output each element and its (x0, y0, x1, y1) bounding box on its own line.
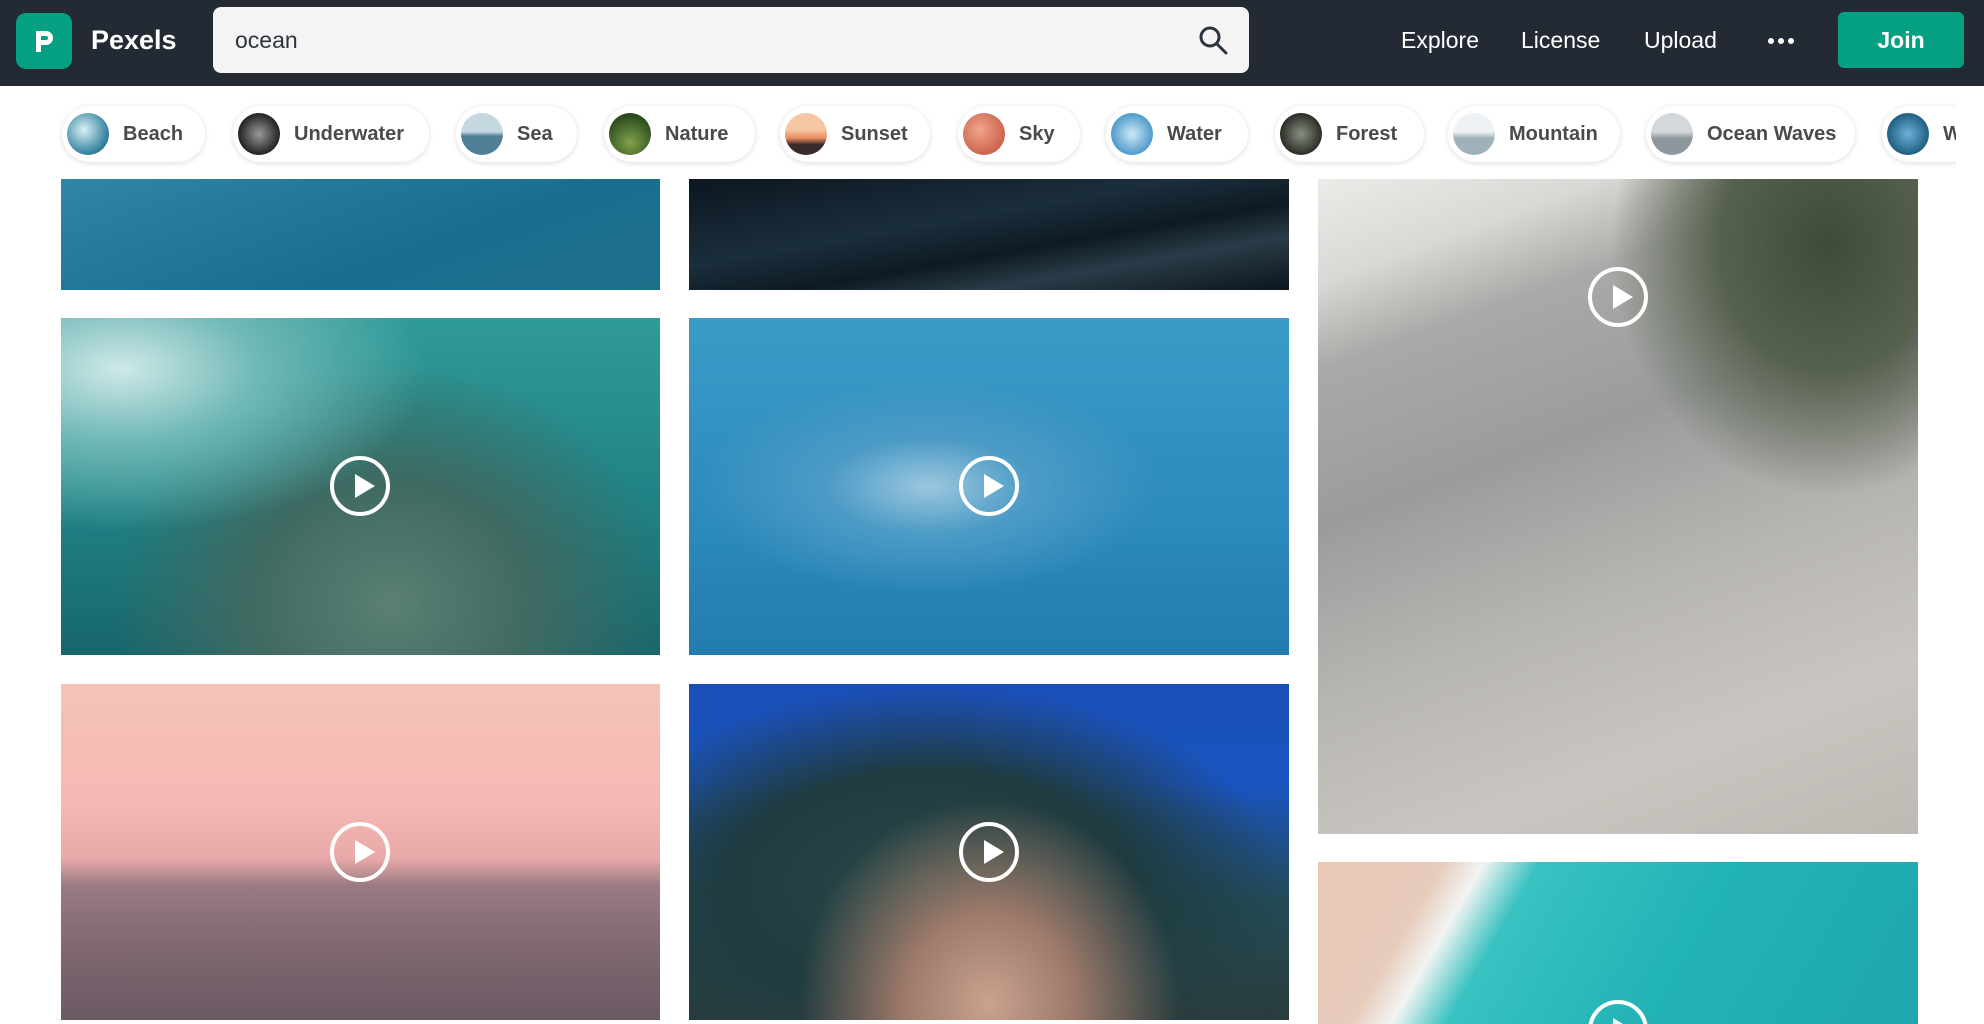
search-input[interactable] (235, 7, 1175, 73)
chip-label: Ocean Waves (1707, 122, 1837, 145)
play-icon[interactable] (330, 456, 390, 516)
chip-forest[interactable]: Forest (1275, 106, 1424, 162)
chip-beach[interactable]: Beach (62, 106, 205, 162)
play-icon[interactable] (1588, 267, 1648, 327)
play-icon[interactable] (1588, 1000, 1648, 1024)
pexels-logo-icon[interactable] (16, 13, 72, 69)
chip-label: Underwater (294, 122, 405, 145)
top-navigation-bar: Pexels Explore License Upload Join (0, 0, 1984, 86)
chip-thumbnail (609, 113, 651, 155)
chip-thumbnail (963, 113, 1005, 155)
nav-explore[interactable]: Explore (1401, 22, 1479, 58)
video-tile-ocean-surface[interactable] (61, 179, 660, 290)
nav-upload[interactable]: Upload (1644, 22, 1717, 58)
chip-thumbnail (1453, 113, 1495, 155)
chip-thumbnail (461, 113, 503, 155)
chip-label: W (1943, 122, 1956, 145)
chip-thumbnail (1280, 113, 1322, 155)
chip-label: Mountain (1509, 122, 1598, 145)
chip-label: Water (1167, 122, 1222, 145)
play-icon[interactable] (330, 822, 390, 882)
video-tile-aerial-beach[interactable] (1318, 862, 1918, 1024)
play-icon[interactable] (959, 456, 1019, 516)
chip-label: Forest (1336, 122, 1398, 145)
search-bar (213, 7, 1249, 73)
search-icon[interactable] (1195, 22, 1231, 58)
chip-thumbnail (1651, 113, 1693, 155)
brand-name[interactable]: Pexels (91, 22, 177, 58)
chip-label: Sunset (841, 122, 908, 145)
chip-w[interactable]: W (1882, 106, 1956, 162)
chip-thumbnail (67, 113, 109, 155)
chip-mountain[interactable]: Mountain (1448, 106, 1620, 162)
chip-thumbnail (238, 113, 280, 155)
chip-underwater[interactable]: Underwater (233, 106, 429, 162)
video-tile-dark-water[interactable] (689, 179, 1289, 290)
more-dots-icon[interactable] (1766, 26, 1796, 56)
related-searches-bar: Beach Underwater Sea Nature Sunset Sky W… (0, 94, 1956, 174)
chip-label: Nature (665, 122, 729, 145)
video-tile-sunset-sea[interactable] (61, 684, 660, 1020)
nav-license[interactable]: License (1521, 22, 1600, 58)
chip-thumbnail (1887, 113, 1929, 155)
chip-label: Sky (1019, 122, 1055, 145)
join-button[interactable]: Join (1838, 12, 1964, 68)
chip-nature[interactable]: Nature (604, 106, 755, 162)
play-icon[interactable] (959, 822, 1019, 882)
chip-label: Beach (123, 122, 184, 145)
chip-sunset[interactable]: Sunset (780, 106, 930, 162)
video-tile-dolphin[interactable] (689, 318, 1289, 655)
video-tile-pebble-beach[interactable] (1318, 179, 1918, 834)
chip-sea[interactable]: Sea (456, 106, 577, 162)
chip-sky[interactable]: Sky (958, 106, 1080, 162)
chip-thumbnail (1111, 113, 1153, 155)
chip-label: Sea (517, 122, 553, 145)
video-tile-sea-lions[interactable] (61, 318, 660, 655)
chip-water[interactable]: Water (1106, 106, 1248, 162)
chip-ocean-waves[interactable]: Ocean Waves (1646, 106, 1855, 162)
video-tile-coral-reef[interactable] (689, 684, 1289, 1020)
chip-thumbnail (785, 113, 827, 155)
